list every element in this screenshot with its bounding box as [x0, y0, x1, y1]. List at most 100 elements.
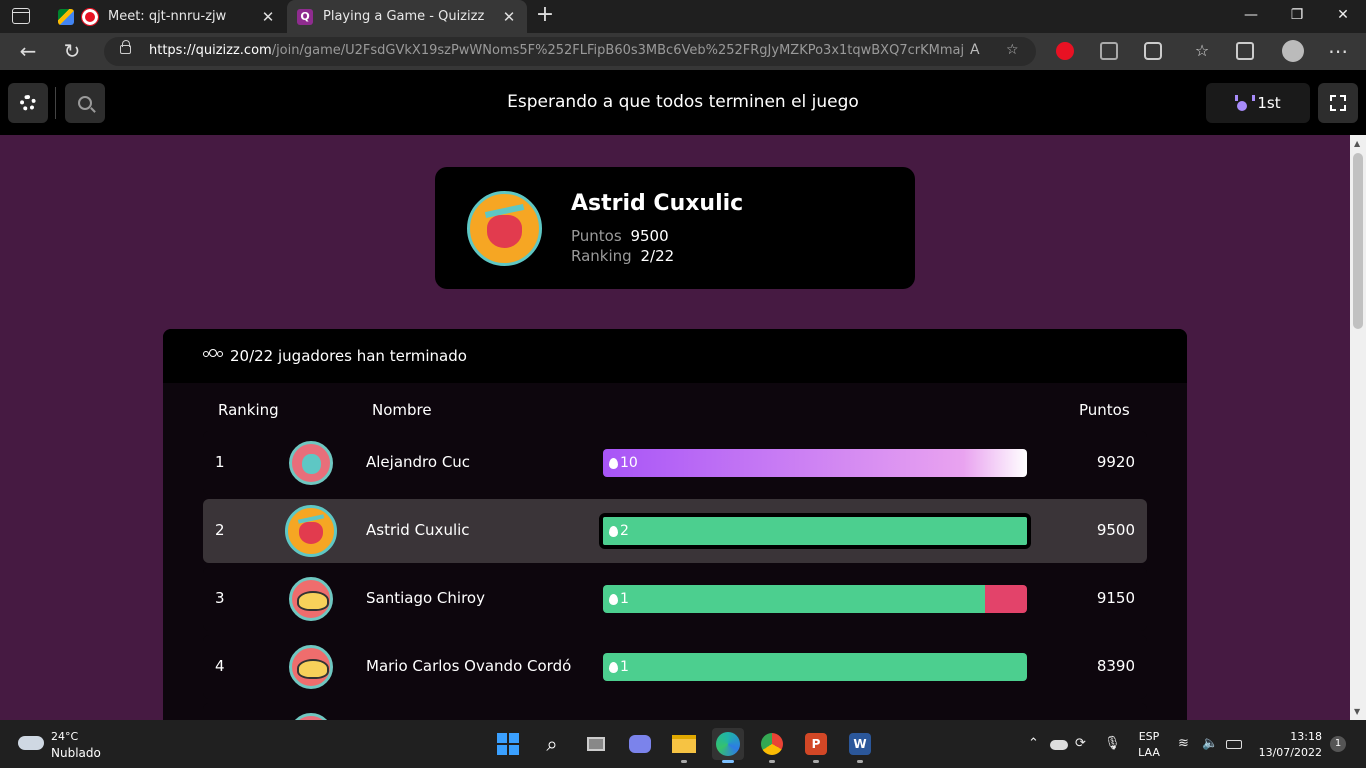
accuracy-correct-fill	[603, 585, 985, 613]
ranking-value: 2/22	[640, 247, 675, 265]
row-points: 9150	[1096, 589, 1135, 607]
word-icon: W	[849, 733, 871, 755]
tab-meet[interactable]: Meet: qjt-nnru-zjw ✕	[48, 0, 286, 33]
profile-avatar[interactable]	[1282, 40, 1304, 62]
minimize-button[interactable]: —	[1228, 0, 1274, 33]
url-text[interactable]: https://quizizz.com/join/game/U2FsdGVkX1…	[149, 43, 964, 58]
search-button[interactable]: ⌕	[536, 728, 568, 760]
battery-icon[interactable]	[1226, 740, 1242, 749]
leaderboard-row: 1 Alejandro Cuc 10 9920	[203, 431, 1147, 495]
file-explorer-button[interactable]	[668, 728, 700, 763]
fullscreen-button[interactable]	[1318, 83, 1358, 123]
new-tab-button[interactable]: +	[533, 2, 557, 30]
row-rank: 1	[215, 453, 225, 471]
close-window-button[interactable]: ✕	[1320, 0, 1366, 33]
word-button[interactable]: W	[844, 728, 876, 763]
clock[interactable]: 13:18 13/07/2022	[1252, 730, 1322, 759]
player-points: Puntos 9500	[571, 227, 669, 245]
search-icon: ⌕	[546, 732, 558, 756]
cloud-icon	[18, 736, 44, 750]
chrome-button[interactable]	[756, 728, 788, 763]
wifi-icon[interactable]: ≋	[1178, 736, 1189, 751]
microphone-icon[interactable]: 🎙	[1104, 736, 1121, 751]
row-rank: 3	[215, 589, 225, 607]
volume-icon[interactable]: 🔈	[1202, 736, 1218, 751]
row-rank: 4	[215, 657, 225, 675]
onedrive-icon[interactable]	[1050, 740, 1068, 750]
accuracy-correct-fill	[603, 449, 1027, 477]
address-toolbar: ← ↻ https://quizizz.com/join/game/U2FsdG…	[0, 33, 1366, 70]
task-view-button[interactable]	[580, 728, 612, 760]
player-name: Astrid Cuxulic	[571, 191, 744, 216]
streak-indicator: 2	[609, 523, 629, 539]
points-label: Puntos	[571, 227, 622, 245]
tab-title: Meet: qjt-nnru-zjw	[108, 9, 227, 24]
accuracy-bar: 1	[603, 585, 1027, 613]
player-avatar	[285, 505, 337, 557]
extension-stop-icon[interactable]	[1056, 42, 1074, 60]
more-menu-icon[interactable]: ⋯	[1324, 38, 1352, 66]
leaderboard-row: 3 Santiago Chiroy 1 9150	[203, 567, 1147, 631]
players-icon	[203, 349, 223, 363]
row-player-name: Mario Carlos Ovando Cordó	[366, 657, 572, 675]
favorites-icon[interactable]: ☆	[1188, 38, 1216, 66]
weather-condition: Nublado	[51, 746, 101, 760]
streak-count: 10	[620, 455, 638, 471]
powerpoint-button[interactable]: P	[800, 728, 832, 763]
taskbar: 24°C Nublado ⌕ P W ⌃ ⟳ 🎙 ESP LAA ≋ 🔈 13:…	[0, 720, 1366, 768]
medal-icon	[1235, 95, 1256, 111]
chrome-icon	[761, 733, 783, 755]
add-favorite-icon[interactable]: ☆	[1006, 42, 1019, 58]
refresh-icon[interactable]: ↻	[58, 38, 86, 66]
temperature: 24°C	[51, 730, 79, 743]
player-avatar	[289, 713, 333, 720]
close-tab-icon[interactable]: ✕	[499, 8, 519, 26]
page-scrollbar[interactable]: ▲ ▼	[1350, 135, 1366, 720]
sync-icon[interactable]: ⟳	[1075, 736, 1086, 751]
back-icon[interactable]: ←	[14, 38, 42, 66]
scrollbar-thumb[interactable]	[1353, 153, 1363, 329]
teams-chat-button[interactable]	[624, 728, 656, 760]
chat-icon	[629, 735, 651, 753]
language-code: ESP	[1138, 730, 1160, 743]
scroll-up-icon[interactable]: ▲	[1354, 139, 1360, 148]
browser-tab-bar: Meet: qjt-nnru-zjw ✕ Q Playing a Game - …	[0, 0, 1366, 33]
accuracy-correct-fill	[603, 653, 1027, 681]
start-button[interactable]	[492, 728, 524, 760]
flame-icon	[609, 457, 618, 469]
column-header-ranking: Ranking	[218, 401, 279, 419]
rank-badge-button[interactable]: 1st	[1206, 83, 1310, 123]
close-tab-icon[interactable]: ✕	[258, 8, 278, 26]
column-header-name: Nombre	[372, 401, 432, 419]
flame-icon	[609, 593, 618, 605]
row-points: 8390	[1096, 657, 1135, 675]
flame-icon	[609, 661, 618, 673]
leaderboard-row: 2 Astrid Cuxulic 2 9500	[203, 499, 1147, 563]
time: 13:18	[1290, 730, 1322, 743]
fullscreen-icon	[1330, 95, 1336, 101]
windows-icon	[497, 733, 519, 755]
leaderboard: 20/22 jugadores han terminado Ranking No…	[163, 329, 1187, 720]
player-avatar	[289, 441, 333, 485]
show-hidden-icons[interactable]: ⌃	[1028, 736, 1039, 751]
folder-icon	[672, 735, 696, 753]
tab-actions-icon[interactable]	[12, 8, 30, 24]
task-view-icon	[587, 737, 605, 751]
player-card: Astrid Cuxulic Puntos 9500 Ranking 2/22	[435, 167, 915, 289]
tab-quizizz[interactable]: Q Playing a Game - Quizizz ✕	[287, 0, 527, 33]
row-points: 9920	[1096, 453, 1135, 471]
extension-copy-icon[interactable]	[1100, 42, 1118, 60]
notification-badge[interactable]: 1	[1330, 736, 1346, 752]
language-indicator[interactable]: ESP LAA	[1132, 730, 1166, 759]
streak-indicator: 10	[609, 455, 638, 471]
extensions-icon[interactable]	[1144, 42, 1162, 60]
scroll-down-icon[interactable]: ▼	[1354, 707, 1360, 716]
row-player-name: Santiago Chiroy	[366, 589, 485, 607]
read-aloud-icon[interactable]: A	[970, 42, 980, 58]
ranking-label: Ranking	[571, 247, 632, 265]
restore-button[interactable]: ❐	[1274, 0, 1320, 33]
address-bar[interactable]: https://quizizz.com/join/game/U2FsdGVkX1…	[104, 37, 1036, 66]
leaderboard-header: 20/22 jugadores han terminado	[163, 329, 1187, 383]
collections-icon[interactable]	[1236, 42, 1254, 60]
edge-button[interactable]	[712, 728, 744, 763]
